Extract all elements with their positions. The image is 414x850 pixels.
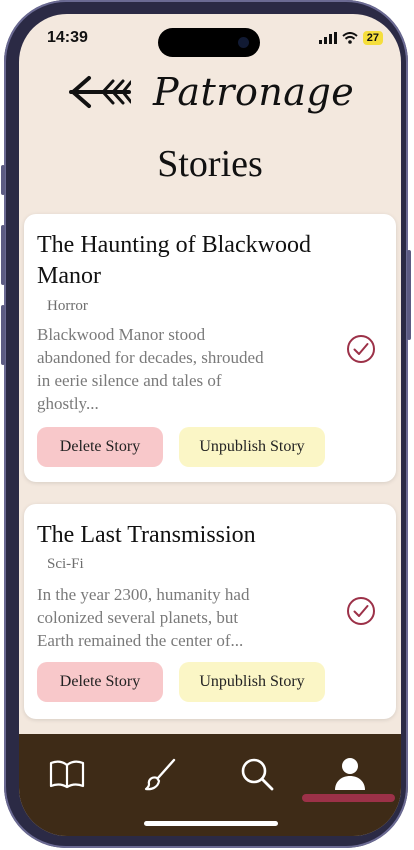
story-title-line: Manor (37, 263, 101, 289)
story-genre: Sci-Fi (47, 556, 84, 572)
description-line: ghostly... (37, 394, 99, 413)
description-line: in eerie silence and tales of (37, 371, 222, 390)
bottom-tab-bar (19, 734, 401, 836)
back-arrow-icon[interactable] (69, 72, 131, 112)
description-line: In the year 2300, humanity had (37, 585, 250, 604)
app-screen: 14:39 27 Patronage Stories The Haunting … (19, 14, 401, 836)
story-description: Blackwood Manor stood abandoned for deca… (37, 323, 312, 415)
story-genre: Horror (47, 298, 88, 314)
signal-icon (318, 32, 337, 44)
power-button (407, 250, 411, 340)
story-title: The Last Transmission (37, 522, 256, 548)
phone-frame: 14:39 27 Patronage Stories The Haunting … (1, 0, 411, 848)
app-brand: Patronage (153, 70, 355, 114)
published-check-icon[interactable] (346, 596, 376, 626)
dynamic-island (158, 28, 260, 57)
volume-down-button (1, 305, 5, 365)
book-icon[interactable] (47, 754, 87, 794)
description-line: colonized several planets, but (37, 608, 239, 627)
active-tab-indicator (302, 794, 395, 802)
description-line: Blackwood Manor stood (37, 325, 206, 344)
delete-story-button[interactable]: Delete Story (37, 662, 163, 702)
story-title-line: The Haunting of Blackwood (37, 232, 311, 258)
profile-icon[interactable] (330, 754, 370, 794)
published-check-icon[interactable] (346, 334, 376, 364)
description-line: Earth remained the center of... (37, 631, 244, 650)
story-card: The Last Transmission Sci-Fi In the year… (24, 504, 396, 719)
story-card: The Haunting of Blackwood Manor Horror B… (24, 214, 396, 482)
home-indicator[interactable] (144, 821, 278, 826)
search-icon[interactable] (237, 754, 277, 794)
page-title: Stories (157, 143, 263, 185)
description-line: abandoned for decades, shrouded (37, 348, 264, 367)
status-time: 14:39 (47, 29, 88, 46)
story-title: The Haunting of Blackwood Manor (37, 230, 311, 292)
brush-icon[interactable] (141, 754, 181, 794)
unpublish-story-button[interactable]: Unpublish Story (179, 427, 325, 467)
story-description: In the year 2300, humanity had colonized… (37, 583, 312, 652)
delete-story-button[interactable]: Delete Story (37, 427, 163, 467)
action-button (1, 165, 5, 195)
camera-icon (238, 37, 249, 48)
unpublish-story-button[interactable]: Unpublish Story (179, 662, 325, 702)
status-icons: 27 (318, 31, 383, 45)
wifi-icon (342, 32, 358, 44)
volume-up-button (1, 225, 5, 285)
battery-indicator: 27 (362, 31, 383, 45)
